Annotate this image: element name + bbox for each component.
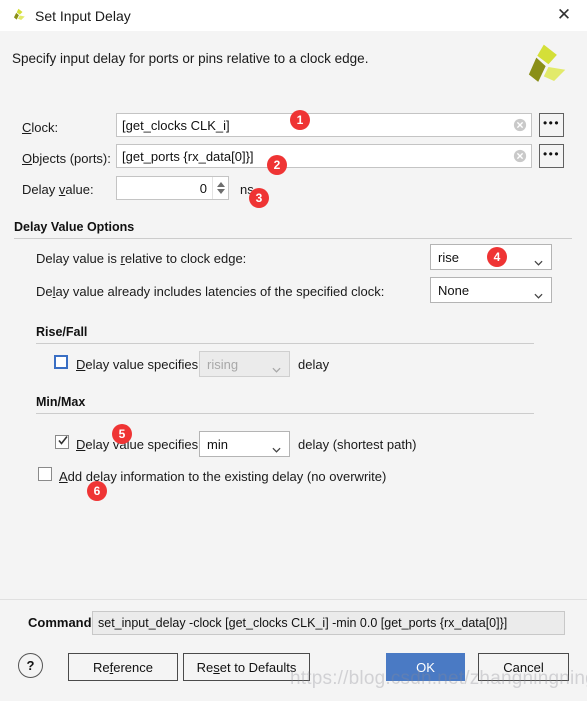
delay-value-label: Delay value:	[22, 182, 94, 197]
reference-button-label: Reference	[93, 659, 153, 675]
reset-button-label: Reset to Defaults	[196, 659, 297, 675]
clock-input[interactable]: [get_clocks CLK_i]	[116, 113, 532, 137]
section-title-min-max: Min/Max	[36, 395, 86, 409]
delay-value-stepper[interactable]: 0	[116, 176, 229, 200]
stepper-up-icon[interactable]	[216, 182, 225, 187]
clear-circle-icon[interactable]	[513, 149, 527, 163]
clock-input-value: [get_clocks CLK_i]	[122, 117, 230, 133]
rise-fall-select-value: rising	[207, 356, 239, 372]
clear-circle-icon[interactable]	[513, 118, 527, 132]
rise-fall-suffix: delay	[298, 357, 330, 372]
section-divider	[36, 343, 534, 344]
reset-to-defaults-button[interactable]: Reset to Defaults	[183, 653, 310, 681]
reference-button[interactable]: Reference	[68, 653, 178, 681]
latencies-select[interactable]: None	[430, 277, 552, 303]
command-value: set_input_delay -clock [get_clocks CLK_i…	[92, 611, 565, 635]
help-button[interactable]: ?	[18, 653, 43, 678]
latencies-value: None	[438, 282, 470, 298]
annotation-badge-3: 3	[249, 188, 269, 208]
section-divider	[36, 413, 534, 414]
annotation-badge-6: 6	[87, 481, 107, 501]
window-title: Set Input Delay	[35, 7, 131, 24]
rise-fall-label: Delay value specifies	[76, 357, 199, 372]
command-label: Command:	[28, 615, 96, 630]
rise-fall-checkbox[interactable]	[54, 355, 68, 369]
annotation-badge-5: 5	[112, 424, 132, 444]
min-max-select[interactable]: min	[199, 431, 290, 457]
clock-label: Clock:	[22, 120, 59, 135]
min-max-label: Delay value specifies	[76, 437, 199, 452]
xilinx-logo-icon	[9, 7, 27, 25]
chevron-down-icon	[272, 361, 281, 373]
rise-fall-select: rising	[199, 351, 290, 377]
latencies-label: Delay value already includes latencies o…	[36, 284, 385, 299]
delay-value-input[interactable]: 0	[117, 181, 212, 196]
window-titlebar: Set Input Delay ✕	[0, 0, 587, 32]
stepper-down-icon[interactable]	[216, 189, 225, 194]
clock-browse-button[interactable]: •••	[539, 113, 564, 137]
add-delay-label: Add delay information to the existing de…	[59, 469, 387, 484]
chevron-down-icon	[272, 441, 281, 453]
dialog-description: Specify input delay for ports or pins re…	[12, 51, 369, 66]
cancel-button[interactable]: Cancel	[478, 653, 569, 681]
add-delay-checkbox[interactable]	[38, 467, 52, 481]
section-title-rise-fall: Rise/Fall	[36, 325, 88, 339]
close-icon[interactable]: ✕	[541, 0, 587, 31]
chevron-down-icon	[534, 287, 543, 299]
relative-edge-label: Delay value is relative to clock edge:	[36, 251, 247, 266]
objects-browse-button[interactable]: •••	[539, 144, 564, 168]
annotation-badge-2: 2	[267, 155, 287, 175]
relative-edge-value: rise	[438, 249, 459, 265]
stepper-arrows[interactable]	[212, 177, 228, 199]
dialog-form: Clock: [get_clocks CLK_i] ••• Objects (p…	[0, 101, 587, 599]
min-max-suffix: delay (shortest path)	[298, 437, 417, 452]
objects-input[interactable]: [get_ports {rx_data[0]}]	[116, 144, 532, 168]
annotation-badge-1: 1	[290, 110, 310, 130]
ok-button[interactable]: OK	[386, 653, 465, 681]
chevron-down-icon	[534, 254, 543, 266]
objects-input-value: [get_ports {rx_data[0]}]	[122, 148, 254, 164]
section-title-delay-value-options: Delay Value Options	[14, 220, 135, 234]
min-max-checkbox[interactable]	[55, 435, 69, 449]
check-icon	[57, 434, 69, 446]
dialog-footer: Command: set_input_delay -clock [get_clo…	[0, 599, 587, 701]
dialog-banner: Specify input delay for ports or pins re…	[0, 31, 587, 101]
annotation-badge-4: 4	[487, 247, 507, 267]
min-max-select-value: min	[207, 436, 228, 452]
xilinx-logo-icon	[513, 39, 569, 95]
section-divider	[14, 238, 572, 239]
objects-label: Objects (ports):	[22, 151, 111, 166]
